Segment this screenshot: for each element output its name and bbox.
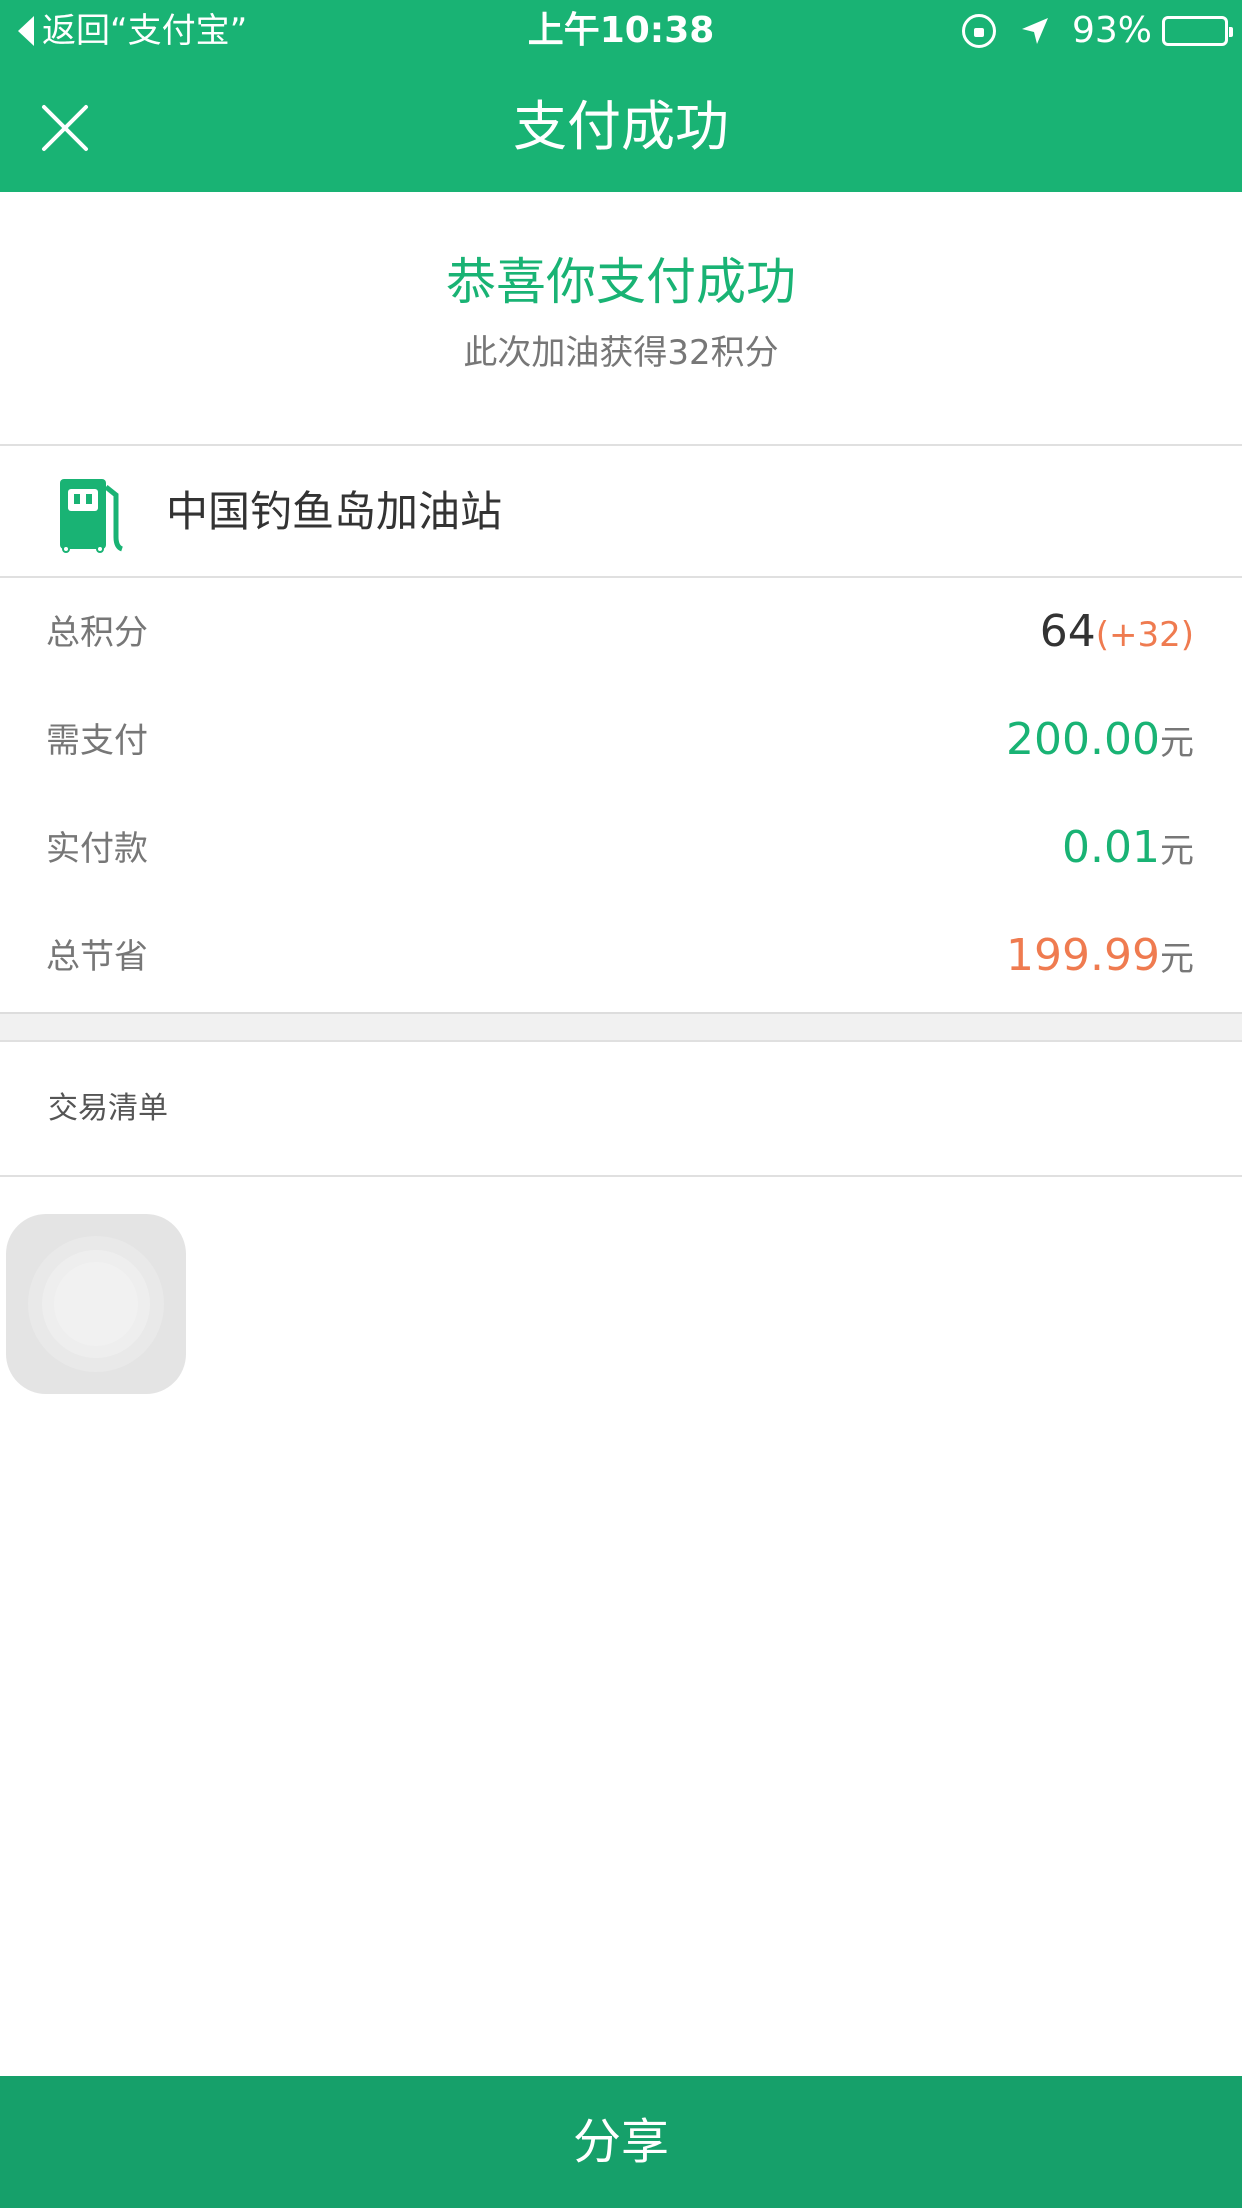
success-header: 恭喜你支付成功 此次加油获得32积分	[0, 192, 1242, 446]
rotation-lock-icon	[961, 14, 996, 48]
total-points-value-group: 64 (+32)	[1040, 602, 1194, 662]
points-earned-text: 此次加油获得32积分	[463, 333, 779, 373]
transaction-list-row[interactable]: 交易清单	[0, 1043, 1242, 1177]
payment-details: 总积分 64 (+32) 需支付 200.00 元 实付款 0.01 元 总节省…	[0, 580, 1242, 1014]
transaction-list-label: 交易清单	[48, 1091, 168, 1126]
battery-icon	[1162, 16, 1233, 46]
amount-due-row: 需支付 200.00 元	[0, 688, 1242, 796]
currency-unit: 元	[1160, 831, 1194, 871]
assistive-touch-button[interactable]	[6, 1214, 186, 1394]
share-button[interactable]: 分享	[0, 2076, 1242, 2208]
currency-unit: 元	[1160, 939, 1194, 979]
points-delta: (+32)	[1095, 615, 1194, 655]
amount-due-label: 需支付	[46, 721, 148, 761]
battery-percent: 93%	[1071, 10, 1152, 51]
actual-paid-value: 0.01	[1062, 822, 1160, 873]
status-indicators: 93%	[961, 8, 1233, 54]
amount-due-value-group: 200.00 元	[1006, 710, 1194, 770]
nav-bar: 支付成功	[0, 62, 1242, 192]
status-bar: 返回“支付宝” 上午10:38 93%	[0, 0, 1242, 62]
success-title: 恭喜你支付成功	[446, 253, 796, 311]
station-name: 中国钓鱼岛加油站	[166, 487, 503, 536]
total-saved-value: 199.99	[1006, 930, 1160, 981]
fuel-pump-icon	[60, 479, 124, 553]
total-saved-value-group: 199.99 元	[1006, 926, 1194, 986]
total-saved-row: 总节省 199.99 元	[0, 904, 1242, 1012]
location-arrow-icon	[1021, 18, 1048, 44]
actual-paid-row: 实付款 0.01 元	[0, 796, 1242, 904]
total-saved-label: 总节省	[46, 937, 148, 977]
section-divider	[0, 1014, 1242, 1042]
payment-success-screen: 返回“支付宝” 上午10:38 93% 支付成功 恭喜你支付成功 此次加油获得3…	[0, 0, 1242, 2208]
page-title: 支付成功	[513, 95, 729, 158]
total-points-row: 总积分 64 (+32)	[0, 580, 1242, 688]
total-points-value: 64	[1039, 606, 1096, 657]
total-points-label: 总积分	[46, 613, 148, 653]
assistive-touch-core	[54, 1262, 138, 1346]
station-row: 中国钓鱼岛加油站	[0, 447, 1242, 578]
actual-paid-label: 实付款	[46, 829, 148, 869]
currency-unit: 元	[1160, 723, 1194, 763]
actual-paid-value-group: 0.01 元	[1062, 818, 1194, 878]
amount-due-value: 200.00	[1006, 714, 1160, 765]
